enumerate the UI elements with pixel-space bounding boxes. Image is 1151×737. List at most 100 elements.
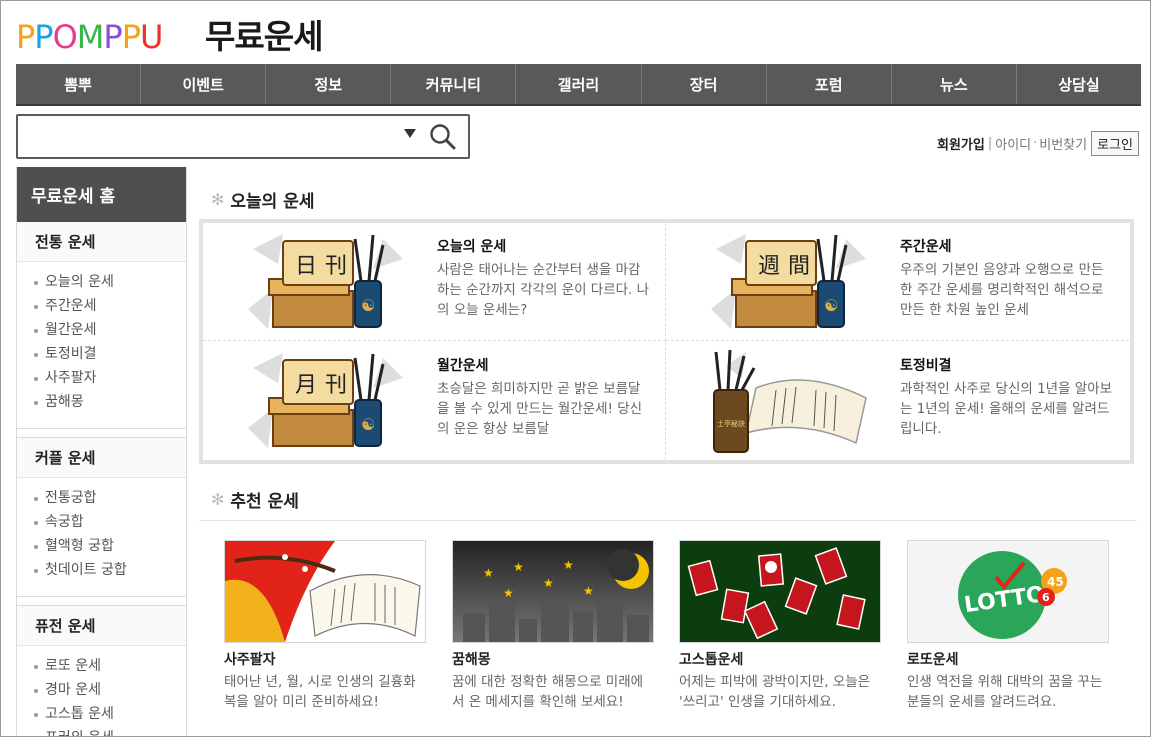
card-title[interactable]: 토정비결 xyxy=(900,355,1115,375)
sidebar-item[interactable]: 속궁합 xyxy=(33,510,186,534)
nav-item-community[interactable]: 커뮤니티 xyxy=(391,64,517,104)
recommend-desc: 어제는 피박에 광박이지만, 오늘은 '쓰리고' 인생을 기대하세요. xyxy=(679,674,871,710)
recommend-title[interactable]: 고스톱운세 xyxy=(679,649,881,669)
sidebar-group-fusion: 퓨전 운세 로또 운세 경마 운세 고스톱 운세 프러의 운세 xyxy=(17,605,186,736)
sidebar-item[interactable]: 주간운세 xyxy=(33,294,186,318)
star-bullet-icon: ✻ xyxy=(211,490,225,509)
recommend-title[interactable]: 로또운세 xyxy=(907,649,1109,669)
gostop-thumbnail[interactable] xyxy=(679,540,881,643)
recommend-card-saju[interactable]: 사주팔자 태어난 년, 월, 시로 인생의 길흉화복을 알아 미리 준비하세요! xyxy=(224,540,426,712)
glyph: 月 xyxy=(295,373,317,398)
card-title[interactable]: 주간운세 xyxy=(900,236,1115,256)
sidebar-group-title[interactable]: 퓨전 운세 xyxy=(17,606,186,646)
site-logo[interactable]: PPOMPPU xyxy=(16,15,163,59)
login-button[interactable]: 로그인 xyxy=(1091,131,1139,156)
sidebar-group-traditional: 전통 운세 오늘의 운세 주간운세 월간운세 토정비결 사주팔자 꿈해몽 xyxy=(17,222,186,429)
sidebar-group-title[interactable]: 전통 운세 xyxy=(17,222,186,262)
search-icon[interactable] xyxy=(428,122,458,152)
glyph: 間 xyxy=(788,254,810,279)
sidebar-item[interactable]: 사주팔자 xyxy=(33,366,186,390)
recommend-card-dream[interactable]: ★ ★ ★ ★ ★ ★ 꿈해몽 꿈에 대한 정확한 해몽으로 미래에서 온 메세지를 확… xyxy=(452,540,654,712)
separator: | xyxy=(987,136,993,151)
sidebar-item[interactable]: 오늘의 운세 xyxy=(33,270,186,294)
sidebar-item[interactable]: 로또 운세 xyxy=(33,654,186,678)
sidebar-item[interactable]: 프러의 운세 xyxy=(33,726,186,736)
page-title[interactable]: 무료운세 xyxy=(205,15,323,59)
logo-letter: P xyxy=(103,18,122,56)
search-box xyxy=(16,114,470,159)
nav-item-gallery[interactable]: 갤러리 xyxy=(516,64,642,104)
svg-text:★: ★ xyxy=(563,558,574,572)
svg-text:☯: ☯ xyxy=(824,296,838,315)
card-desc: 과학적인 사주로 당신의 1년을 알아보는 1년의 운세! 올해의 운세를 알려… xyxy=(900,381,1113,437)
logo-letter: M xyxy=(76,18,105,56)
sidebar-item[interactable]: 꿈해몽 xyxy=(33,390,186,414)
card-desc: 우주의 기본인 음양과 오행으로 만든 한 주간 운세를 명리학적인 해석으로 … xyxy=(900,262,1104,318)
lotto-thumbnail[interactable]: LOTTO 45 6 xyxy=(907,540,1109,643)
card-desc: 사람은 태어나는 순간부터 생을 마감하는 순간까지 각각의 운이 다르다. 나… xyxy=(437,262,650,318)
recommend-desc: 꿈에 대한 정확한 해몽으로 미래에서 온 메세지를 확인해 보세요! xyxy=(452,674,644,710)
dream-thumbnail[interactable]: ★ ★ ★ ★ ★ ★ xyxy=(452,540,654,643)
sidebar-item[interactable]: 월간운세 xyxy=(33,318,186,342)
nav-item-news[interactable]: 뉴스 xyxy=(892,64,1017,104)
sidebar-item[interactable]: 전통궁합 xyxy=(33,486,186,510)
saju-thumbnail[interactable] xyxy=(224,540,426,643)
join-link[interactable]: 회원가입 xyxy=(937,134,985,153)
nav-item-event[interactable]: 이벤트 xyxy=(141,64,267,104)
glyph: 刊 xyxy=(325,373,347,398)
svg-text:★: ★ xyxy=(543,576,554,590)
page: PPOMPPU 무료운세 뽐뿌 이벤트 정보 커뮤니티 갤러리 장터 포럼 뉴스… xyxy=(0,0,1151,737)
glyph: 週 xyxy=(758,254,780,279)
dropdown-arrow-icon[interactable] xyxy=(404,129,416,138)
recommend-desc: 태어난 년, 월, 시로 인생의 길흉화복을 알아 미리 준비하세요! xyxy=(224,674,416,710)
logo-letter: P xyxy=(16,18,35,56)
recommend-card-lotto[interactable]: LOTTO 45 6 로또운세 인생 역전을 위해 대박의 꿈을 꾸는 분들의 … xyxy=(907,540,1109,712)
section-title-text: 오늘의 운세 xyxy=(230,192,315,212)
open-book-illustration-icon: 土亭秘訣 xyxy=(713,349,867,453)
svg-text:★: ★ xyxy=(583,584,594,598)
nav-item-ppomppu[interactable]: 뽐뿌 xyxy=(16,64,142,104)
glyph: 土亭秘訣 xyxy=(717,419,745,428)
lotto-num: 6 xyxy=(1042,591,1050,604)
glyph: 日 xyxy=(295,254,317,279)
sidebar-item[interactable]: 고스톱 운세 xyxy=(33,702,186,726)
section-title-text: 추천 운세 xyxy=(230,492,299,512)
fortune-card-tojeong[interactable]: 土亭秘訣 토정비결 과학적인 사주로 당신의 1년을 알아보는 1년의 운세! … xyxy=(666,342,1129,460)
sidebar-item[interactable]: 혈액형 궁합 xyxy=(33,534,186,558)
fortune-card-daily[interactable]: 日 刊 ☯ 오늘의 운세 사람은 태어나는 순간부터 생을 마감하는 순간까지 … xyxy=(203,223,666,341)
recommend-title[interactable]: 꿈해몽 xyxy=(452,649,654,669)
search-input[interactable] xyxy=(24,122,394,151)
sidebar-item[interactable]: 경마 운세 xyxy=(33,678,186,702)
book-illustration-icon: 週 間 ☯ xyxy=(711,234,866,329)
nav-item-market[interactable]: 장터 xyxy=(642,64,767,104)
nav-item-info[interactable]: 정보 xyxy=(266,64,392,104)
card-title[interactable]: 월간운세 xyxy=(437,355,652,375)
recommend-card-gostop[interactable]: 고스톱운세 어제는 피박에 광박이지만, 오늘은 '쓰리고' 인생을 기대하세요… xyxy=(679,540,881,712)
card-title[interactable]: 오늘의 운세 xyxy=(437,236,652,256)
nav-item-forum[interactable]: 포럼 xyxy=(767,64,892,104)
sidebar-item[interactable]: 첫데이트 궁합 xyxy=(33,558,186,582)
sidebar-item[interactable]: 토정비결 xyxy=(33,342,186,366)
fortune-card-weekly[interactable]: 週 間 ☯ 주간운세 우주의 기본인 음양과 오행으로 만든 한 주간 운세를 … xyxy=(666,223,1129,341)
separator: · xyxy=(1033,136,1038,151)
member-links: 회원가입 | 아이디 · 비번찾기 로그인 xyxy=(937,131,1139,156)
book-illustration-icon: 月 刊 ☯ xyxy=(248,353,403,448)
logo-letter: P xyxy=(121,18,141,56)
sidebar: 무료운세 홈 전통 운세 오늘의 운세 주간운세 월간운세 토정비결 사주팔자 … xyxy=(16,167,187,736)
nav-item-counsel[interactable]: 상담실 xyxy=(1017,64,1141,104)
recommend-desc: 인생 역전을 위해 대박의 꿈을 꾸는 분들의 운세를 알려드려요. xyxy=(907,674,1103,710)
logo-letter: O xyxy=(52,18,78,56)
fortune-card-monthly[interactable]: 月 刊 ☯ 월간운세 초승달은 희미하지만 곧 밝은 보름달을 볼 수 있게 만… xyxy=(203,342,666,460)
svg-text:★: ★ xyxy=(503,586,514,600)
ppomppu-logo-mark[interactable]: PPOMPPU xyxy=(16,18,163,56)
recommend-title[interactable]: 사주팔자 xyxy=(224,649,426,669)
today-fortune-grid: 日 刊 ☯ 오늘의 운세 사람은 태어나는 순간부터 생을 마감하는 순간까지 … xyxy=(199,219,1134,464)
find-password-link[interactable]: 비번찾기 xyxy=(1039,134,1087,153)
sidebar-group-couple: 커플 운세 전통궁합 속궁합 혈액형 궁합 첫데이트 궁합 xyxy=(17,437,186,597)
find-id-link[interactable]: 아이디 xyxy=(995,134,1031,153)
sidebar-group-title[interactable]: 커플 운세 xyxy=(17,438,186,478)
svg-text:★: ★ xyxy=(483,566,494,580)
sidebar-home[interactable]: 무료운세 홈 xyxy=(17,167,186,222)
svg-text:☯: ☯ xyxy=(361,296,375,315)
logo-letter: P xyxy=(34,18,53,56)
